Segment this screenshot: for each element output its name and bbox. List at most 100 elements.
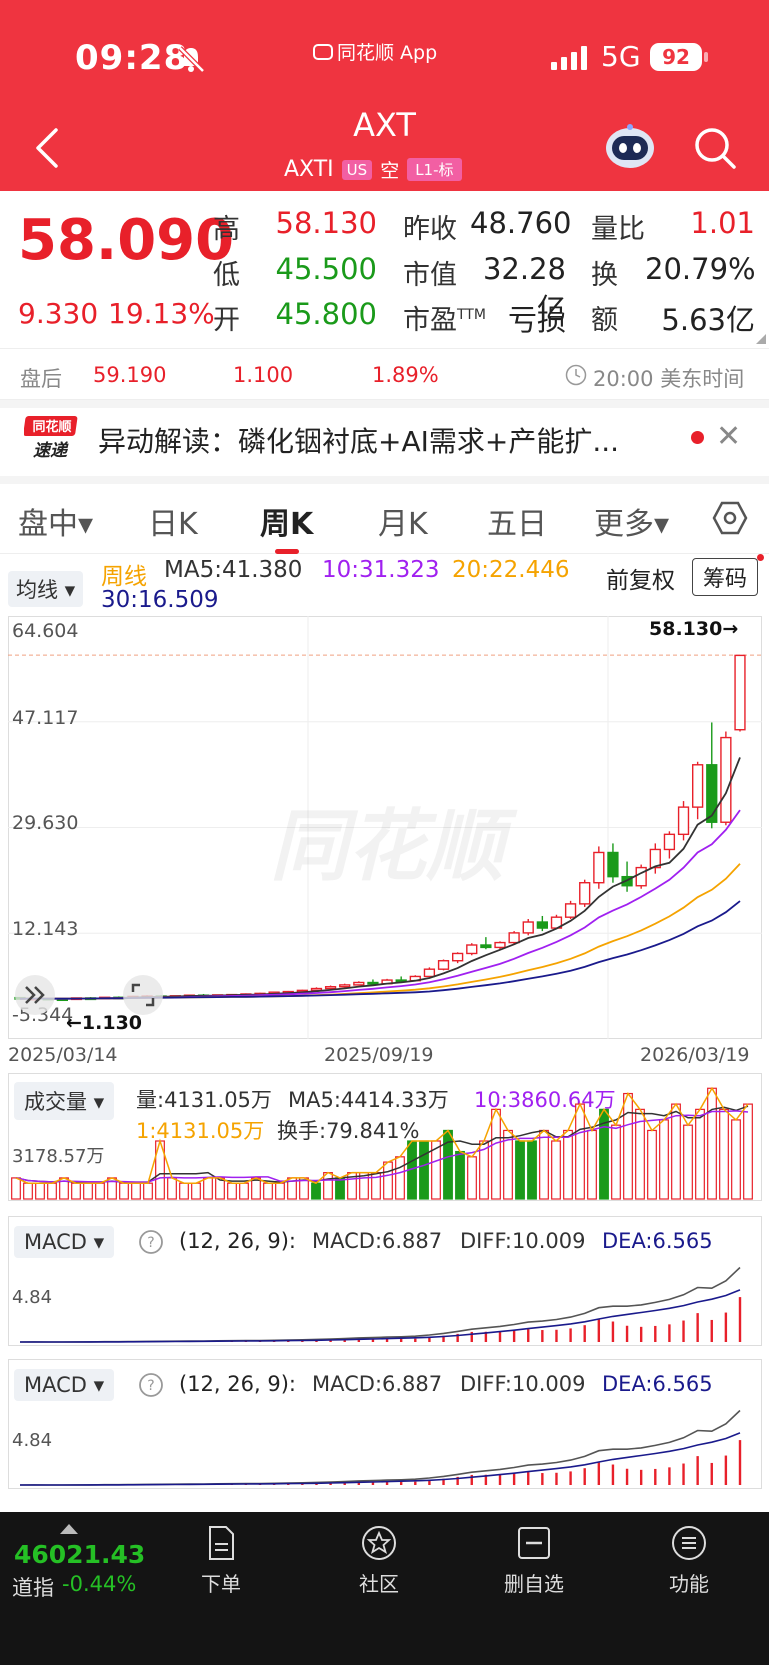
news-text[interactable]: 异动解读：磷化铟衬底+AI需求+产能扩... <box>98 420 678 460</box>
ma-selector[interactable]: 均线 ▾ <box>8 571 84 607</box>
volume-bar <box>731 1119 741 1200</box>
search-icon[interactable] <box>693 126 737 170</box>
volume-bar <box>35 1182 45 1200</box>
order-icon <box>209 1526 234 1560</box>
tab-monthly-k[interactable]: 月K <box>378 499 428 543</box>
community-button[interactable]: 社区 <box>334 1524 424 1597</box>
index-value[interactable]: 46021.43 <box>14 1540 145 1569</box>
after-hours-row: 盘后 59.190 1.100 1.89% 20:00 美东时间 <box>0 350 769 400</box>
prev-close-value: 48.760 <box>470 206 572 240</box>
candle-body <box>677 806 690 836</box>
turnover-label: 换 <box>591 260 618 291</box>
volume-bar <box>83 1182 93 1200</box>
low-label: 低 <box>213 260 240 291</box>
candle-body <box>437 960 450 970</box>
app-return-tag[interactable]: 同花顺 App <box>313 38 437 65</box>
volume-bar <box>383 1161 393 1200</box>
volume-bar <box>47 1182 57 1200</box>
volume-chart[interactable] <box>8 1073 762 1201</box>
price-change-pct: 19.13% <box>108 297 215 330</box>
amount-value: 5.63亿 <box>661 303 755 337</box>
volume-bar <box>131 1182 141 1200</box>
assistant-robot-icon[interactable] <box>604 122 656 170</box>
app-label: 同花顺 App <box>337 42 438 64</box>
ma20-value: 20:22.446 <box>452 557 570 583</box>
volume-bar <box>743 1103 753 1200</box>
battery-nub <box>704 52 708 62</box>
active-tab-indicator <box>275 549 299 554</box>
macd-chart[interactable] <box>8 1359 762 1489</box>
news-flash-logo: 同花顺 速递 <box>24 416 78 461</box>
divider <box>0 476 769 484</box>
volume-bar <box>563 1129 573 1200</box>
app-logo-icon <box>313 43 333 60</box>
y-tick-label: 47.117 <box>12 707 79 729</box>
macd-chart[interactable] <box>8 1216 762 1346</box>
tab-more[interactable]: 更多▾ <box>594 499 669 543</box>
dea-line <box>20 1289 741 1343</box>
divider <box>0 400 769 408</box>
tab-five-day[interactable]: 五日 <box>487 499 547 543</box>
volume-bar <box>527 1140 537 1200</box>
chips-button[interactable]: 筹码 <box>692 558 759 596</box>
pe-value: 亏损 <box>507 303 566 337</box>
clock-icon <box>565 364 587 386</box>
x-tick-label: 2025/03/14 <box>8 1044 118 1066</box>
volume-bar <box>659 1119 669 1200</box>
remove-watchlist-label: 删自选 <box>504 1572 564 1596</box>
order-button[interactable]: 下单 <box>176 1524 266 1597</box>
y-tick-label: 64.604 <box>12 620 79 642</box>
volume-bar <box>587 1129 597 1200</box>
prev-close-label: 昨收 <box>403 214 457 245</box>
volume-bar <box>455 1150 465 1200</box>
low-value: 45.500 <box>275 252 377 286</box>
expand-left-icon[interactable] <box>14 974 56 1016</box>
volume-bar <box>167 1177 177 1200</box>
close-icon[interactable]: ✕ <box>716 419 741 454</box>
index-name: 道指 <box>12 1576 54 1600</box>
fullscreen-icon[interactable] <box>122 974 164 1016</box>
functions-button[interactable]: 功能 <box>644 1524 734 1597</box>
candle-body <box>579 882 591 905</box>
high-value: 58.130 <box>275 206 377 240</box>
candle-body <box>367 981 379 985</box>
functions-label: 功能 <box>669 1572 709 1596</box>
candle-body <box>635 866 647 887</box>
tab-daily-k[interactable]: 日K <box>148 499 198 543</box>
volume-bar <box>683 1124 693 1200</box>
expand-corner-icon[interactable] <box>756 334 766 344</box>
candle-body <box>522 921 534 934</box>
index-expand-arrow[interactable] <box>60 1524 78 1534</box>
volume-ratio-value: 1.01 <box>690 206 755 240</box>
amount-label: 额 <box>591 305 618 336</box>
settings-hexagon-icon[interactable] <box>712 500 748 536</box>
turnover-value: 20.79% <box>645 252 756 286</box>
tab-weekly-k[interactable]: 周K <box>260 499 313 543</box>
volume-bar <box>215 1177 225 1200</box>
open-label: 开 <box>213 305 240 336</box>
ma10-value: 10:31.323 <box>322 557 440 583</box>
ticker-row: AXTI US 空 L1-标 <box>284 156 462 183</box>
adjust-mode[interactable]: 前复权 <box>606 561 675 595</box>
pe-label-text: 市盈 <box>403 305 457 336</box>
volume-bar <box>251 1177 261 1200</box>
tab-intraday[interactable]: 盘中▾ <box>18 499 93 543</box>
ma-line-label: 周线 <box>101 564 147 590</box>
x-tick-label: 2025/09/19 <box>324 1044 434 1066</box>
y-tick-label: 29.630 <box>12 812 79 834</box>
candle-body <box>423 968 436 978</box>
volume-bar <box>239 1182 249 1200</box>
after-hours-change-pct: 1.89% <box>372 363 439 387</box>
ma30-value: 30:16.509 <box>101 587 219 613</box>
battery-icon: 92 <box>650 43 702 71</box>
candle-body <box>706 764 718 823</box>
remove-watchlist-button[interactable]: 删自选 <box>489 1524 579 1597</box>
diff-line <box>19 1409 741 1486</box>
candle-body <box>494 941 506 949</box>
volume-bar <box>323 1172 333 1200</box>
x-tick-label: 2026/03/19 <box>640 1044 750 1066</box>
pe-label: 市盈TTM <box>403 298 486 337</box>
after-hours-time: 20:00 美东时间 <box>593 367 745 391</box>
volume-bar <box>575 1103 585 1200</box>
volume-bar <box>143 1182 153 1200</box>
